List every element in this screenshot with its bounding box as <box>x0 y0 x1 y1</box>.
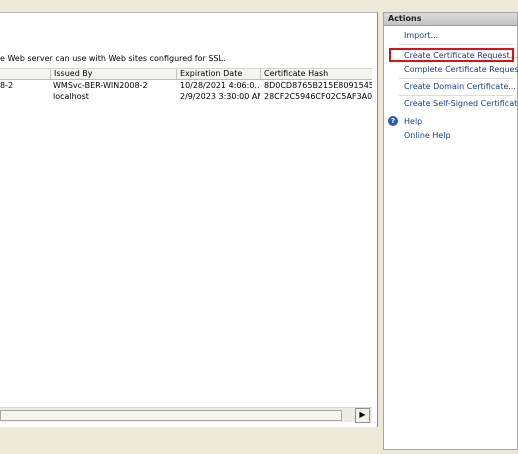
actions-panel-title: Actions <box>384 13 517 26</box>
table-row[interactable]: 8-2 WMSvc-BER-WIN2008-2 10/28/2021 4:06:… <box>0 80 372 91</box>
separator <box>399 78 513 79</box>
cell-expiration: 2/9/2023 3:30:00 AM <box>180 92 260 101</box>
column-header-name[interactable] <box>0 69 52 79</box>
table-row[interactable]: localhost 2/9/2023 3:30:00 AM 28CF2C5946… <box>0 91 372 102</box>
online-help-link[interactable]: Online Help <box>404 131 451 140</box>
actions-panel: Actions Import... Create Certificate Req… <box>383 12 518 450</box>
help-icon: ? <box>388 116 398 126</box>
column-header-issued-by[interactable]: Issued By <box>50 69 176 79</box>
cell-name: 8-2 <box>0 81 14 90</box>
create-self-signed-certificate-link[interactable]: Create Self-Signed Certificate... <box>404 99 518 108</box>
cell-issued-by: localhost <box>53 92 89 101</box>
column-header-certificate-hash[interactable]: Certificate Hash <box>260 69 372 79</box>
help-link[interactable]: Help <box>404 117 422 126</box>
table-header: Issued By Expiration Date Certificate Ha… <box>0 68 372 80</box>
scroll-right-arrow-icon[interactable]: ▶ <box>355 408 370 423</box>
cell-hash: 28CF2C5946CF02C5AF3A0C91 <box>264 92 372 101</box>
scrollbar-thumb[interactable] <box>0 410 342 421</box>
separator <box>399 95 513 96</box>
create-domain-certificate-link[interactable]: Create Domain Certificate... <box>404 82 516 91</box>
column-header-expiration-date[interactable]: Expiration Date <box>176 69 260 79</box>
create-certificate-request-link[interactable]: Create Certificate Request... <box>404 51 517 60</box>
certificates-pane: e Web server can use with Web sites conf… <box>0 12 378 427</box>
cell-expiration: 10/28/2021 4:06:0... <box>180 81 260 90</box>
separator <box>399 44 513 45</box>
complete-certificate-request-link[interactable]: Complete Certificate Request... <box>404 65 518 74</box>
cell-issued-by: WMSvc-BER-WIN2008-2 <box>53 81 148 90</box>
horizontal-scrollbar[interactable]: ▶ <box>0 407 372 423</box>
import-link[interactable]: Import... <box>404 31 438 40</box>
cell-hash: 8D0CD8765B215E80915453773 <box>264 81 372 90</box>
description-text: e Web server can use with Web sites conf… <box>0 54 226 63</box>
